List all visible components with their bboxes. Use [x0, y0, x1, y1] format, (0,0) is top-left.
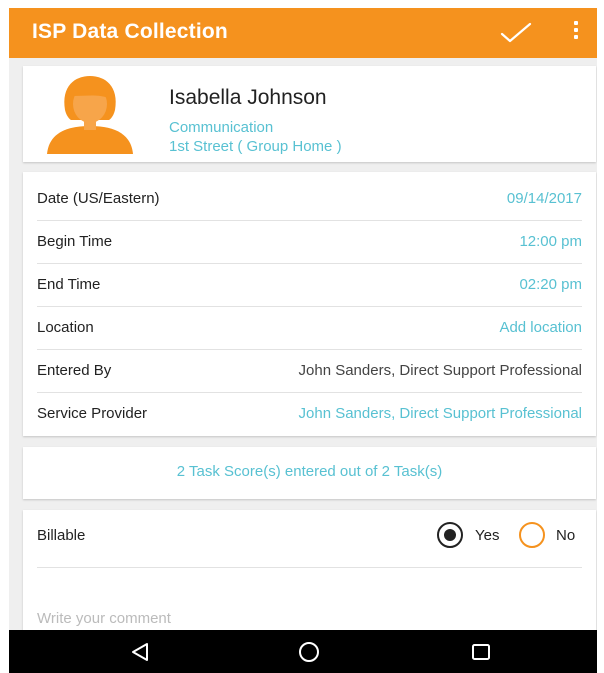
app-screen: ISP Data Collection Isabella Johnson Com…: [9, 8, 597, 673]
service-provider-value[interactable]: John Sanders, Direct Support Professiona…: [299, 405, 582, 422]
date-row[interactable]: Date (US/Eastern) 09/14/2017: [37, 178, 582, 221]
begin-time-label: Begin Time: [37, 233, 113, 250]
billable-yes-label[interactable]: Yes: [475, 527, 499, 544]
recents-icon[interactable]: [451, 630, 511, 673]
app-title: ISP Data Collection: [32, 20, 228, 43]
divider: [37, 567, 582, 568]
end-time-value[interactable]: 02:20 pm: [519, 276, 582, 293]
radio-selected-dot: [444, 529, 456, 541]
add-location-link[interactable]: Add location: [499, 319, 582, 336]
location-row[interactable]: Location Add location: [37, 307, 582, 350]
client-location: 1st Street ( Group Home ): [169, 138, 342, 155]
end-time-row[interactable]: End Time 02:20 pm: [37, 264, 582, 307]
billable-card: Billable Yes No: [23, 510, 596, 640]
task-score-card[interactable]: 2 Task Score(s) entered out of 2 Task(s): [23, 447, 596, 499]
entered-by-row: Entered By John Sanders, Direct Support …: [37, 350, 582, 393]
billable-no-label[interactable]: No: [556, 527, 575, 544]
service-provider-label: Service Provider: [37, 405, 148, 422]
date-label: Date (US/Eastern): [37, 190, 160, 207]
system-nav-bar: [9, 630, 597, 673]
service-provider-row[interactable]: Service Provider John Sanders, Direct Su…: [37, 393, 582, 436]
session-details-card: Date (US/Eastern) 09/14/2017 Begin Time …: [23, 172, 596, 436]
more-vert-icon[interactable]: [569, 21, 583, 45]
profile-card[interactable]: Isabella Johnson Communication 1st Stree…: [23, 66, 596, 162]
check-icon[interactable]: [499, 20, 533, 46]
entered-by-label: Entered By: [37, 362, 112, 379]
client-name: Isabella Johnson: [169, 86, 327, 109]
comment-input[interactable]: [37, 610, 582, 627]
begin-time-value[interactable]: 12:00 pm: [519, 233, 582, 250]
task-score-summary[interactable]: 2 Task Score(s) entered out of 2 Task(s): [23, 463, 596, 480]
entered-by-value: John Sanders, Direct Support Professiona…: [298, 362, 582, 379]
home-icon[interactable]: [279, 630, 339, 673]
location-label: Location: [37, 319, 94, 336]
end-time-label: End Time: [37, 276, 101, 293]
app-bar: ISP Data Collection: [9, 8, 597, 58]
billable-label: Billable: [37, 527, 86, 544]
billable-yes-radio[interactable]: [437, 522, 463, 548]
begin-time-row[interactable]: Begin Time 12:00 pm: [37, 221, 582, 264]
person-avatar-icon: [43, 74, 137, 154]
billable-no-radio[interactable]: [519, 522, 545, 548]
program-name: Communication: [169, 119, 274, 136]
date-value[interactable]: 09/14/2017: [507, 190, 582, 207]
back-icon[interactable]: [111, 630, 171, 673]
